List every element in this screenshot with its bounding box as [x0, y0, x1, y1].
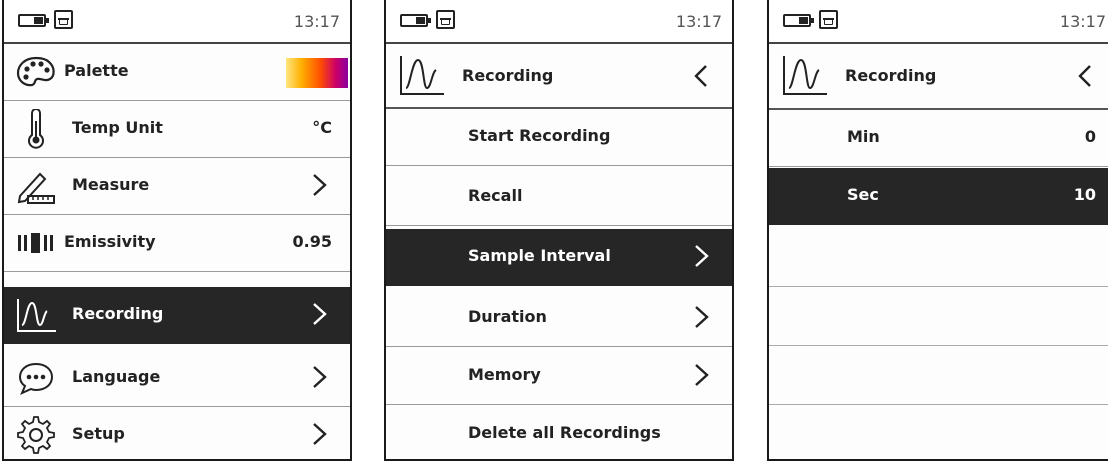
recording-wave-icon [17, 299, 56, 332]
sd-card-icon [436, 10, 455, 29]
menu-item-label: Palette [64, 61, 129, 80]
menu-item-memory[interactable]: Memory [386, 348, 732, 405]
gear-icon [17, 416, 55, 454]
sec-value: 10 [1073, 185, 1096, 204]
submenu-header: Recording [386, 42, 732, 109]
clock: 13:17 [675, 12, 722, 31]
clock: 13:17 [1059, 12, 1106, 31]
min-value: 0 [1084, 127, 1096, 146]
menu-item-palette[interactable]: Palette [4, 44, 350, 101]
chevron-right-icon [313, 174, 327, 196]
setting-label: Min [847, 127, 880, 146]
ruler-pencil-icon [17, 172, 55, 204]
menu-item-emissivity[interactable]: Emissivity 0.95 [4, 215, 350, 272]
menu-item-label: Measure [72, 175, 150, 194]
submenu-header: Recording [769, 42, 1108, 110]
chevron-right-icon [695, 306, 709, 328]
recording-menu-screen: 13:17 Recording Start Recording Recall S… [384, 0, 734, 461]
recording-wave-icon [400, 56, 444, 95]
sd-card-icon [819, 10, 838, 29]
recording-wave-icon [783, 56, 827, 95]
battery-icon [18, 14, 49, 27]
chevron-right-icon [313, 366, 327, 388]
sample-interval-screen: 13:17 Recording Min 0 Sec 10 [767, 0, 1108, 461]
menu-item-label: Emissivity [64, 232, 156, 251]
status-bar: 13:17 [386, 0, 732, 44]
menu-item-recall[interactable]: Recall [386, 169, 732, 226]
palette-preview [286, 58, 348, 88]
menu-item-measure[interactable]: Measure [4, 158, 350, 215]
chevron-right-icon [313, 303, 327, 325]
setting-sec[interactable]: Sec 10 [769, 168, 1108, 225]
clock: 13:17 [293, 12, 340, 31]
menu-item-label: Recording [72, 304, 164, 323]
speech-bubble-icon [18, 362, 54, 395]
menu-item-label: Delete all Recordings [468, 423, 661, 442]
battery-icon [783, 14, 814, 27]
menu-item-label: Duration [468, 307, 547, 326]
status-bar: 13:17 [4, 0, 350, 44]
battery-icon [400, 14, 431, 27]
page-title: Recording [462, 66, 554, 85]
back-chevron-icon[interactable] [1076, 63, 1094, 89]
menu-item-label: Start Recording [468, 126, 611, 145]
menu-item-label: Sample Interval [468, 246, 611, 265]
menu-item-start-recording[interactable]: Start Recording [386, 109, 732, 166]
menu-item-sample-interval[interactable]: Sample Interval [386, 229, 732, 286]
menu-item-temp-unit[interactable]: Temp Unit °C [4, 101, 350, 158]
menu-item-delete-all-recordings[interactable]: Delete all Recordings [386, 406, 732, 463]
emissivity-value: 0.95 [292, 232, 332, 251]
chevron-right-icon [695, 245, 709, 267]
menu-item-language[interactable]: Language [4, 350, 350, 407]
thermometer-icon [28, 109, 44, 149]
setting-label: Sec [847, 185, 879, 204]
page-title: Recording [845, 66, 937, 85]
chevron-right-icon [313, 423, 327, 445]
menu-item-label: Memory [468, 365, 541, 384]
menu-item-label: Temp Unit [72, 118, 163, 137]
chevron-right-icon [695, 364, 709, 386]
main-menu-screen: 13:17 Palette Temp Unit °C Measure Emiss… [2, 0, 352, 461]
status-bar: 13:17 [769, 0, 1108, 44]
back-chevron-icon[interactable] [692, 63, 710, 89]
menu-item-recording[interactable]: Recording [4, 287, 350, 344]
sd-card-icon [54, 10, 73, 29]
palette-icon [16, 56, 55, 87]
menu-item-label: Language [72, 367, 161, 386]
empty-row [769, 287, 1108, 346]
menu-item-setup[interactable]: Setup [4, 407, 350, 464]
menu-item-duration[interactable]: Duration [386, 290, 732, 347]
empty-row [769, 346, 1108, 405]
temp-unit-value: °C [312, 118, 332, 137]
empty-row [769, 228, 1108, 287]
menu-item-label: Setup [72, 424, 125, 443]
setting-min[interactable]: Min 0 [769, 110, 1108, 167]
menu-item-label: Recall [468, 186, 523, 205]
emissivity-icon [18, 233, 53, 253]
